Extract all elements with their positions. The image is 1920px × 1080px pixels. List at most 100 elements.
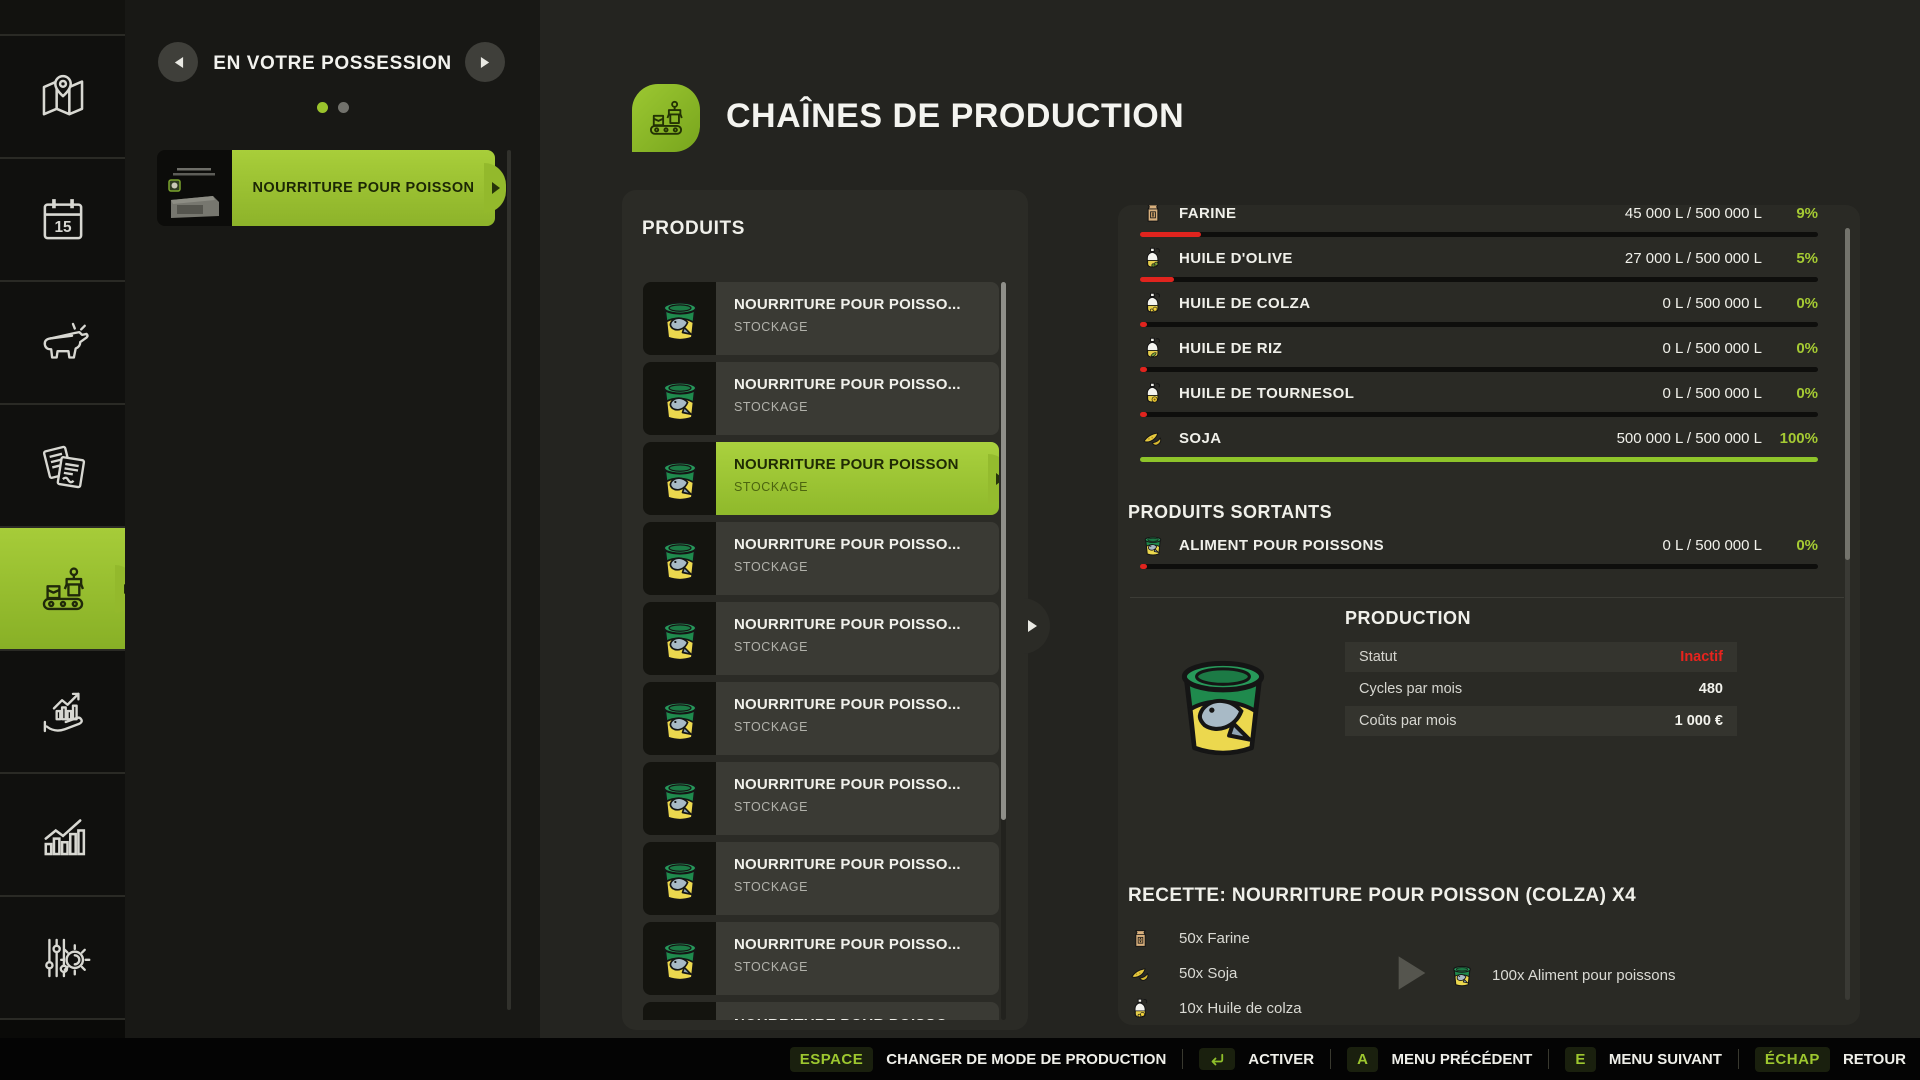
sidebar-item-contracts[interactable] [0, 405, 125, 528]
page-title: CHAÎNES DE PRODUCTION [726, 97, 1184, 136]
production-stat-row: Cycles par mois 480 [1345, 674, 1737, 704]
sidebar-item-calendar[interactable]: 15 [0, 159, 125, 282]
ingredient-row[interactable]: HUILE D'OLIVE 27 000 L / 500 000 L 5% [1140, 243, 1818, 288]
ingredient-fill-level: 0 L / 500 000 L [1662, 295, 1762, 312]
hotkey-label: MENU SUIVANT [1609, 1051, 1722, 1068]
hotkey-action[interactable]: ESPACE CHANGER DE MODE DE PRODUCTION [790, 1047, 1167, 1072]
product-list-item[interactable]: NOURRITURE POUR POISSO... STOCKAGE [643, 522, 999, 595]
hotkey-keycap[interactable]: ESPACE [790, 1047, 874, 1072]
products-scrollbar[interactable] [1001, 282, 1006, 1020]
sidebar-icon [34, 437, 92, 495]
sidebar-item-statistics[interactable] [0, 774, 125, 897]
possession-item-label: NOURRITURE POUR POISSON [253, 180, 475, 196]
product-list-item[interactable]: NOURRITURE POUR POISSO... STOCKAGE [643, 282, 999, 355]
panel-expand-tab[interactable] [1020, 598, 1050, 654]
ingredient-row[interactable]: HUILE DE RIZ 0 L / 500 000 L 0% [1140, 333, 1818, 378]
ingredient-row[interactable]: HUILE DE TOURNESOL 0 L / 500 000 L 0% [1140, 378, 1818, 423]
product-item-body: NOURRITURE POUR POISSON STOCKAGE [716, 442, 999, 515]
product-list-item[interactable]: NOURRITURE POUR POISSO... STOCKAGE [643, 682, 999, 755]
recipe-input-icon [1128, 996, 1153, 1021]
product-list-item[interactable]: NOURRITURE POUR POISSO... STOCKAGE [643, 362, 999, 435]
ingredient-row[interactable]: HUILE DE COLZA 0 L / 500 000 L 0% [1140, 288, 1818, 333]
product-item-status: STOCKAGE [734, 480, 999, 494]
product-item-name: NOURRITURE POUR POISSO... [734, 616, 999, 633]
product-thumbnail-box [643, 682, 716, 755]
products-list: NOURRITURE POUR POISSO... STOCKAGE NOURR… [643, 282, 999, 1020]
products-scrollbar-thumb[interactable] [1001, 282, 1006, 820]
ingredient-row[interactable]: SOJA 500 000 L / 500 000 L 100% [1140, 423, 1818, 468]
product-item-name: NOURRITURE POUR POISSO... [734, 536, 999, 553]
ingredient-percent: 100% [1762, 430, 1818, 447]
ingredient-row[interactable]: FARINE 45 000 L / 500 000 L 9% [1140, 205, 1818, 243]
ingredient-progressbar-fill [1140, 457, 1818, 462]
product-thumbnail-box [643, 282, 716, 355]
carousel-prev-button[interactable] [158, 42, 198, 82]
left-arrow-icon [173, 56, 184, 69]
fishfood-bucket-icon [653, 692, 707, 746]
fishfood-bucket-icon [653, 612, 707, 666]
production-stat-value: 480 [1699, 681, 1723, 697]
hotkey-action[interactable]: E MENU SUIVANT [1532, 1047, 1722, 1072]
ingredient-name: HUILE DE RIZ [1179, 340, 1282, 357]
fishfood-bucket-icon [653, 532, 707, 586]
ingredient-progressbar [1140, 457, 1818, 462]
ingredient-name: HUILE D'OLIVE [1179, 250, 1293, 267]
output-icon [1140, 532, 1166, 558]
product-list-item[interactable]: NOURRITURE POUR POISSO... STOCKAGE [643, 922, 999, 995]
hotkey-action[interactable]: ÉCHAP RETOUR [1722, 1047, 1906, 1072]
sidebar-item-settings[interactable] [0, 897, 125, 1020]
sidebar-icon [34, 806, 92, 864]
hotkey-action[interactable]: A MENU PRÉCÉDENT [1314, 1047, 1532, 1072]
product-item-status: STOCKAGE [734, 720, 999, 734]
product-thumbnail-box [643, 362, 716, 435]
fishfood-bucket-icon [653, 932, 707, 986]
output-progressbar-fill [1140, 564, 1147, 569]
possession-item[interactable]: NOURRITURE POUR POISSON [157, 150, 495, 226]
enter-key-icon[interactable] [1199, 1048, 1235, 1070]
production-stats-table: Statut Inactif Cycles par mois 480 Coûts… [1345, 642, 1737, 738]
details-scrollbar[interactable] [1845, 228, 1850, 1000]
ingredient-icon [1140, 205, 1166, 226]
hotkey-keycap[interactable]: E [1565, 1047, 1596, 1072]
product-item-body: NOURRITURE POUR POISSO... STOCKAGE [716, 842, 999, 915]
hotkey-action[interactable]: ACTIVER [1166, 1048, 1314, 1070]
details-scrollbar-thumb[interactable] [1845, 228, 1850, 560]
right-arrow-icon [480, 56, 491, 69]
ingredient-icon [1140, 335, 1166, 361]
ingredient-name: HUILE DE COLZA [1179, 295, 1310, 312]
product-item-status: STOCKAGE [734, 560, 999, 574]
product-item-body: NOURRITURE POUR POISSO... STOCKAGE [716, 1002, 999, 1020]
hotkey-keycap[interactable]: ÉCHAP [1755, 1047, 1830, 1072]
pager-dot[interactable] [317, 102, 328, 113]
possession-scrollbar[interactable] [507, 150, 511, 1010]
ingredient-name: HUILE DE TOURNESOL [1179, 385, 1354, 402]
ingredient-progressbar [1140, 277, 1818, 282]
fishfood-bucket-icon [653, 292, 707, 346]
products-heading: PRODUITS [642, 218, 745, 240]
product-item-name: NOURRITURE POUR POISSO... [734, 376, 999, 393]
ingredient-fill-level: 0 L / 500 000 L [1662, 340, 1762, 357]
carousel-next-button[interactable] [465, 42, 505, 82]
ingredient-head: SOJA 500 000 L / 500 000 L 100% [1140, 423, 1818, 453]
output-row[interactable]: ALIMENT POUR POISSONS 0 L / 500 000 L 0% [1140, 530, 1818, 575]
ingredient-icon [1140, 380, 1166, 406]
recipe-output-row: 100x Aliment pour poissons [1448, 961, 1675, 989]
sidebar-item-production[interactable] [0, 528, 125, 651]
product-list-item[interactable]: NOURRITURE POUR POISSON STOCKAGE [643, 442, 999, 515]
recipe-inputs-list: 50x Farine 50x Soja 10x Huile de colza [1128, 921, 1302, 1025]
hotkey-keycap[interactable]: A [1347, 1047, 1378, 1072]
sidebar-item-finances[interactable] [0, 651, 125, 774]
product-list-item[interactable]: NOURRITURE POUR POISSO... STOCKAGE [643, 762, 999, 835]
product-thumbnail-box [643, 762, 716, 835]
sidebar-item-animals[interactable] [0, 282, 125, 405]
pager-dot[interactable] [338, 102, 349, 113]
product-list-item[interactable]: NOURRITURE POUR POISSO... STOCKAGE [643, 1002, 999, 1020]
product-item-status: STOCKAGE [734, 800, 999, 814]
output-progressbar [1140, 564, 1818, 569]
ingredient-percent: 0% [1762, 340, 1818, 357]
product-list-item[interactable]: NOURRITURE POUR POISSO... STOCKAGE [643, 842, 999, 915]
sidebar-item-map[interactable] [0, 36, 125, 159]
product-list-item[interactable]: NOURRITURE POUR POISSO... STOCKAGE [643, 602, 999, 675]
ingredient-progressbar-fill [1140, 412, 1147, 417]
product-item-body: NOURRITURE POUR POISSO... STOCKAGE [716, 762, 999, 835]
